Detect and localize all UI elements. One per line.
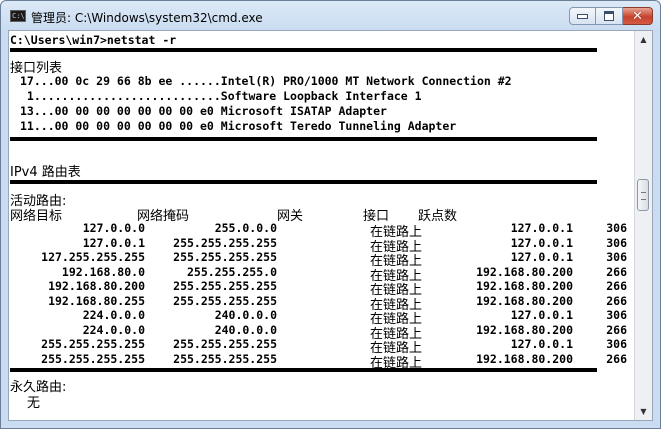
route-mask-cell: 255.255.255.255: [173, 235, 277, 250]
route-dest-cell: 127.0.0.1: [82, 235, 145, 250]
route-mask-cell: 255.0.0.0: [214, 221, 277, 235]
window-title: 管理员: C:\Windows\system32\cmd.exe: [31, 11, 263, 25]
interface-line: 11...00 00 00 00 00 00 00 e0 Microsoft T…: [20, 119, 457, 133]
route-iface-cell: 192.168.80.200: [476, 322, 573, 337]
console-output: C:\Users\win7>netstat -r 接口列表 17...00 0c…: [10, 31, 634, 420]
console-area[interactable]: C:\Users\win7>netstat -r 接口列表 17...00 0c…: [8, 30, 653, 421]
persistent-routes-none: 无: [27, 396, 41, 411]
interface-list-header: 接口列表: [10, 61, 63, 76]
route-dest-cell: 127.255.255.255: [41, 250, 145, 264]
ipv4-title-text: IPv4 路由表: [10, 165, 81, 180]
route-mask-cell: 255.255.255.255: [173, 351, 277, 366]
interface-line: 13...00 00 00 00 00 00 00 e0 Microsoft I…: [20, 104, 387, 118]
route-gateway-cell: 在链路上: [370, 283, 423, 298]
interface-line: 17...00 0c 29 66 8b ee ......Intel(R) PR…: [20, 74, 512, 88]
route-metric-cell: 306: [606, 337, 627, 351]
route-metric-cell: 306: [606, 308, 627, 322]
route-gateway-cell: 在链路上: [370, 254, 423, 269]
route-iface-cell: 127.0.0.1: [510, 250, 573, 264]
minimize-icon: [577, 13, 588, 19]
route-metric-cell: 266: [606, 351, 627, 366]
separator-line: [10, 48, 597, 52]
cmd-window: C:\ 管理员: C:\Windows\system32\cmd.exe ✕ C…: [0, 0, 661, 429]
column-header: 网络掩码: [137, 209, 190, 224]
route-gateway-cell: 在链路上: [370, 225, 423, 240]
maximize-icon: [604, 11, 614, 21]
route-metric-cell: 266: [606, 293, 627, 308]
route-metric-cell: 306: [606, 221, 627, 235]
route-gateway-cell: 在链路上: [370, 268, 423, 284]
route-iface-cell: 127.0.0.1: [510, 235, 573, 250]
route-dest-cell: 255.255.255.255: [41, 351, 145, 366]
persistent-routes-label: 永久路由:: [10, 380, 67, 395]
route-dest-cell: 224.0.0.0: [82, 322, 145, 337]
route-metric-cell: 266: [606, 322, 627, 337]
route-iface-cell: 192.168.80.200: [476, 264, 573, 279]
separator-line: [10, 137, 597, 141]
cmd-icon-text: C:\: [12, 12, 25, 20]
route-iface-cell: 192.168.80.200: [476, 293, 573, 308]
route-gateway-cell: 在链路上: [370, 355, 423, 371]
route-dest-cell: 192.168.80.0: [61, 264, 145, 279]
route-gateway-cell: 在链路上: [370, 297, 423, 313]
column-header: 网络目标: [10, 209, 63, 224]
title-bar[interactable]: C:\ 管理员: C:\Windows\system32\cmd.exe ✕: [1, 1, 660, 30]
route-gateway-cell: 在链路上: [370, 239, 423, 255]
route-gateway-cell: 在链路上: [370, 341, 423, 356]
route-iface-cell: 127.0.0.1: [510, 308, 573, 322]
column-header: 网关: [277, 209, 304, 224]
window-controls: ✕: [569, 7, 653, 25]
route-dest-cell: 127.0.0.0: [82, 221, 145, 235]
scrollbar-thumb[interactable]: [637, 179, 649, 211]
route-metric-cell: 306: [606, 235, 627, 250]
scroll-down-icon[interactable]: ▼: [635, 403, 652, 420]
route-metric-cell: 266: [606, 264, 627, 279]
route-mask-cell: 240.0.0.0: [214, 308, 277, 322]
column-header: 跃点数: [418, 209, 458, 224]
route-mask-cell: 255.255.255.255: [173, 250, 277, 264]
scrollbar-grip-icon: [641, 192, 646, 200]
route-mask-cell: 255.255.255.255: [173, 337, 277, 351]
scroll-up-icon[interactable]: ▲: [635, 31, 652, 48]
close-icon: ✕: [632, 8, 643, 24]
route-dest-cell: 192.168.80.255: [48, 293, 145, 308]
close-button[interactable]: ✕: [623, 7, 653, 25]
vertical-scrollbar[interactable]: ▲ ▼: [634, 31, 652, 420]
route-gateway-cell: 在链路上: [370, 312, 423, 327]
route-mask-cell: 240.0.0.0: [214, 322, 277, 337]
route-dest-cell: 255.255.255.255: [41, 337, 145, 351]
route-gateway-cell: 在链路上: [370, 326, 423, 342]
route-dest-cell: 224.0.0.0: [82, 308, 145, 322]
separator-line: [10, 368, 597, 372]
route-iface-cell: 192.168.80.200: [476, 279, 573, 293]
route-mask-cell: 255.255.255.255: [173, 293, 277, 308]
separator-line: [10, 180, 597, 184]
route-iface-cell: 192.168.80.200: [476, 351, 573, 366]
interface-line: 1...........................Software Loo…: [20, 89, 422, 103]
minimize-button[interactable]: [569, 7, 596, 25]
route-metric-cell: 266: [606, 279, 627, 293]
ipv4-table-title: IPv4 路由表: [10, 161, 81, 180]
maximize-button[interactable]: [596, 7, 623, 25]
route-dest-cell: 192.168.80.200: [48, 279, 145, 293]
column-header: 接口: [363, 209, 390, 224]
route-mask-cell: 255.255.255.255: [173, 279, 277, 293]
route-iface-cell: 127.0.0.1: [510, 337, 573, 351]
command-prompt: C:\Users\win7>netstat -r: [10, 33, 177, 47]
route-mask-cell: 255.255.255.0: [186, 264, 277, 279]
route-metric-cell: 306: [606, 250, 627, 264]
active-routes-label: 活动路由:: [10, 194, 67, 209]
route-iface-cell: 127.0.0.1: [510, 221, 573, 235]
cmd-icon: C:\: [10, 10, 26, 22]
